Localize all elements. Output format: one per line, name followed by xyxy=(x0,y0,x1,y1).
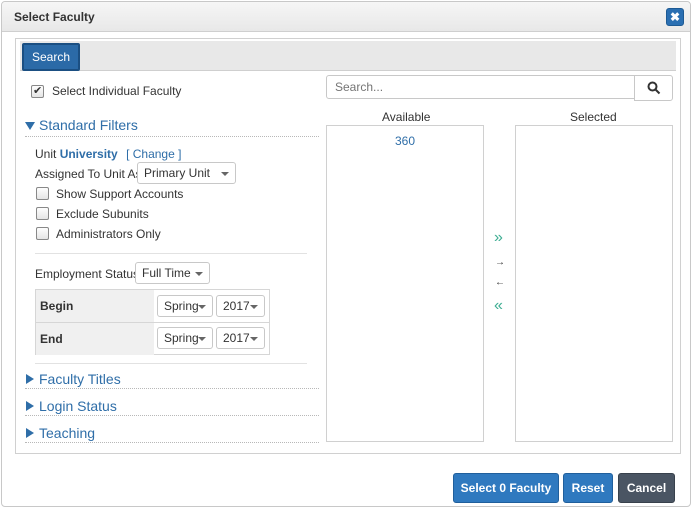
begin-term-value: Spring xyxy=(164,299,199,313)
search-button[interactable] xyxy=(634,75,673,101)
row-divider xyxy=(36,322,269,323)
selected-header: Selected xyxy=(570,110,617,124)
change-unit-link[interactable]: [ Change ] xyxy=(126,147,181,161)
faculty-titles-label: Faculty Titles xyxy=(39,371,121,387)
select-faculty-button[interactable]: Select 0 Faculty xyxy=(453,473,559,503)
search-input[interactable] xyxy=(326,75,635,99)
available-header: Available xyxy=(382,110,431,124)
selected-list[interactable] xyxy=(515,125,673,442)
add-all-icon[interactable]: » xyxy=(494,229,503,247)
employment-status-label: Employment Status xyxy=(35,267,140,281)
login-status-label: Login Status xyxy=(39,398,117,414)
show-support-label: Show Support Accounts xyxy=(56,187,184,201)
assigned-unit-select[interactable]: Primary Unit xyxy=(137,162,236,184)
begin-label: Begin xyxy=(36,290,154,322)
end-year-value: 2017 xyxy=(223,331,250,345)
chevron-down-icon xyxy=(195,272,203,276)
close-icon[interactable]: ✖ xyxy=(666,8,684,26)
show-support-checkbox[interactable] xyxy=(36,187,49,200)
assigned-unit-value: Primary Unit xyxy=(144,166,211,180)
begin-term-select[interactable]: Spring xyxy=(157,295,213,317)
select-individual-label: Select Individual Faculty xyxy=(52,84,182,98)
collapsed-triangle-icon xyxy=(26,374,34,384)
collapsed-triangle-icon xyxy=(26,401,34,411)
dialog-title: Select Faculty xyxy=(14,10,95,24)
select-individual-checkbox[interactable] xyxy=(31,84,44,98)
search-panel: Search Select Individual Faculty Standar… xyxy=(15,38,681,454)
login-status-header[interactable]: Login Status xyxy=(25,396,319,416)
chevron-down-icon xyxy=(198,305,206,309)
standard-filters-label: Standard Filters xyxy=(39,117,138,133)
unit-label-text: Unit xyxy=(35,147,57,161)
teaching-header[interactable]: Teaching xyxy=(25,423,319,443)
teaching-label: Teaching xyxy=(39,425,96,441)
tab-search[interactable]: Search xyxy=(22,43,80,71)
faculty-titles-header[interactable]: Faculty Titles xyxy=(25,369,319,389)
end-label: End xyxy=(36,323,154,355)
remove-all-icon[interactable]: « xyxy=(494,297,503,315)
collapsed-triangle-icon xyxy=(26,428,34,438)
remove-one-icon[interactable]: ← xyxy=(495,277,505,288)
exclude-subunits-checkbox[interactable] xyxy=(36,207,49,220)
unit-value: University xyxy=(59,147,118,161)
reset-button[interactable]: Reset xyxy=(563,473,613,503)
expanded-triangle-icon xyxy=(25,122,35,130)
employment-status-value: Full Time xyxy=(142,266,191,280)
chevron-down-icon xyxy=(250,337,258,341)
filters-divider xyxy=(35,253,307,254)
chevron-down-icon xyxy=(221,172,229,176)
filters-divider-2 xyxy=(35,363,307,364)
assigned-unit-label: Assigned To Unit As xyxy=(35,167,142,181)
end-term-value: Spring xyxy=(164,331,199,345)
list-item[interactable]: 360 xyxy=(327,134,483,148)
add-one-icon[interactable]: → xyxy=(495,257,505,268)
admins-only-label: Administrators Only xyxy=(56,227,161,241)
employment-status-select[interactable]: Full Time xyxy=(135,262,210,284)
cancel-button[interactable]: Cancel xyxy=(618,473,675,503)
end-term-select[interactable]: Spring xyxy=(157,327,213,349)
dialog-titlebar: Select Faculty ✖ xyxy=(2,2,690,32)
exclude-subunits-label: Exclude Subunits xyxy=(56,207,149,221)
select-faculty-dialog: Select Faculty ✖ Search Select Individua… xyxy=(1,1,691,507)
unit-label: Unit University [ Change ] xyxy=(35,147,181,161)
date-range-table: Begin End Spring 2017 Spring 2017 xyxy=(35,289,270,355)
admins-only-checkbox[interactable] xyxy=(36,227,49,240)
chevron-down-icon xyxy=(198,337,206,341)
tab-strip: Search xyxy=(20,41,676,71)
standard-filters-header[interactable]: Standard Filters xyxy=(25,115,319,137)
search-icon xyxy=(647,81,661,95)
end-year-select[interactable]: 2017 xyxy=(216,327,265,349)
chevron-down-icon xyxy=(250,305,258,309)
available-list[interactable]: 360 xyxy=(326,125,484,442)
begin-year-select[interactable]: 2017 xyxy=(216,295,265,317)
begin-year-value: 2017 xyxy=(223,299,250,313)
